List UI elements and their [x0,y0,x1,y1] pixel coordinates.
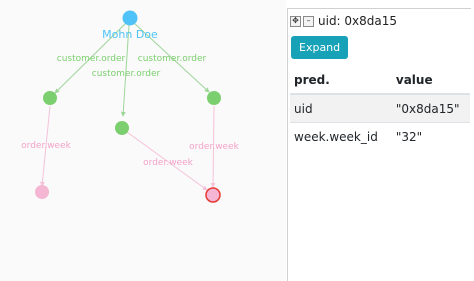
graph-canvas[interactable]: customer.order customer.order customer.o… [0,0,286,281]
cell-value: "0x8da15" [389,93,470,123]
edge-label-customer-order-right: customer.order [138,54,207,64]
edge-label-customer-order-left: customer.order [57,54,126,64]
node-root[interactable] [122,10,138,26]
expand-button[interactable]: Expand [291,36,349,59]
cell-value: "32" [389,122,470,150]
cell-pred: week.week_id [290,122,390,150]
node-order-middle[interactable] [115,121,129,135]
column-header-value: value [389,67,470,95]
properties-table: pred. value uid "0x8da15" week.week_id "… [290,67,470,150]
table-row: uid "0x8da15" [290,93,470,123]
table-row: week.week_id "32" [290,122,470,150]
uid-title: uid: 0x8da15 [318,14,398,28]
node-order-right[interactable] [207,91,221,105]
table-header-row: pred. value [290,67,470,95]
edge-label-order-week-right: order.week [189,142,239,152]
edge-label-customer-order-middle: customer.order [92,69,161,79]
edge-label-order-week-left: order.week [21,141,71,151]
cell-pred: uid [290,93,390,123]
node-week-selected[interactable] [205,187,221,203]
properties-panel: ✥ – uid: 0x8da15 Expand pred. value uid … [287,8,471,281]
edge-label-order-week-middle: order.week [143,158,193,168]
graph-svg[interactable]: customer.order customer.order customer.o… [0,0,286,281]
node-week-left[interactable] [35,185,49,199]
column-header-pred: pred. [290,67,390,95]
panel-header: ✥ – uid: 0x8da15 [290,13,397,29]
node-order-left[interactable] [43,91,57,105]
node-root-label: Mohn Doe [102,28,158,41]
move-icon[interactable]: ✥ [290,15,301,27]
minimize-icon[interactable]: – [303,15,314,27]
